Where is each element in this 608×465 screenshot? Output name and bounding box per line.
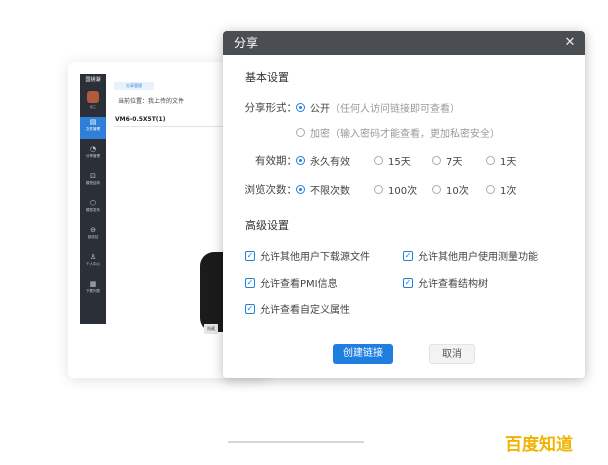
- recycle-icon: ⊖: [90, 226, 96, 234]
- user-icon: ♙: [89, 253, 97, 261]
- file-icon: ▤: [89, 118, 97, 126]
- create-link-button[interactable]: 创建链接: [333, 344, 393, 364]
- structure-icon: ⊡: [90, 172, 96, 180]
- checkmark-icon: ✓: [245, 277, 255, 288]
- validity-option-15d[interactable]: 15天: [374, 153, 411, 168]
- sidebar-item-download[interactable]: ▦ 下载列表: [80, 279, 106, 301]
- sidebar-item-publish[interactable]: ⬡ 模型发布: [80, 198, 106, 220]
- sidebar-item-share[interactable]: ◔ 分享管理: [80, 144, 106, 166]
- publish-icon: ⬡: [89, 199, 97, 207]
- model-name: VM6-0.5X5T(1): [115, 116, 166, 123]
- avatar-name: 张三: [89, 105, 96, 109]
- download-icon: ▦: [89, 280, 97, 288]
- share-encrypted-radio[interactable]: 加密 （输入密码才能查看，更加私密安全）: [296, 125, 500, 140]
- allow-pmi-checkbox[interactable]: ✓ 允许查看PMI信息: [245, 275, 338, 290]
- breadcrumb: 当前位置：我上传的文件: [118, 98, 185, 105]
- sidebar-item-user[interactable]: ♙ 个人中心: [80, 252, 106, 274]
- checkmark-icon: ✓: [245, 250, 255, 261]
- sidebar-item-recycle[interactable]: ⊖ 回收站: [80, 225, 106, 247]
- tab-share-manage[interactable]: 分享管理: [114, 82, 154, 90]
- allow-structure-tree-checkbox[interactable]: ✓ 允许查看结构树: [403, 275, 488, 290]
- share-dialog: 分享 ✕ 基本设置 分享形式： 公开 （任何人访问链接即可查看） 加密 （输入密码才…: [223, 31, 585, 378]
- radio-unchecked-icon: [432, 185, 441, 194]
- dialog-header: 分享 ✕: [223, 31, 585, 55]
- share-icon: ◔: [89, 145, 97, 153]
- share-public-radio[interactable]: 公开 （任何人访问链接即可查看）: [296, 100, 460, 115]
- radio-checked-icon: [296, 103, 305, 112]
- validity-option-7d[interactable]: 7天: [432, 153, 462, 168]
- allow-download-checkbox[interactable]: ✓ 允许其他用户下载源文件: [245, 248, 370, 263]
- radio-unchecked-icon: [486, 185, 495, 194]
- radio-unchecked-icon: [296, 128, 305, 137]
- checkmark-icon: ✓: [403, 277, 413, 288]
- views-option-unlimited[interactable]: 不限次数: [296, 182, 350, 197]
- checkmark-icon: ✓: [403, 250, 413, 261]
- cancel-button[interactable]: 取消: [429, 344, 475, 364]
- validity-option-forever[interactable]: 永久有效: [296, 153, 350, 168]
- views-option-10[interactable]: 10次: [432, 182, 469, 197]
- validity-option-1d[interactable]: 1天: [486, 153, 516, 168]
- radio-unchecked-icon: [486, 156, 495, 165]
- avatar[interactable]: [87, 91, 99, 103]
- sidebar-item-files[interactable]: ▤ 文件管理: [80, 117, 106, 139]
- radio-checked-icon: [296, 185, 305, 194]
- views-label: 浏览次数：: [244, 184, 298, 196]
- app-logo: 国钥湖: [85, 77, 101, 83]
- allow-measure-checkbox[interactable]: ✓ 允许其他用户使用测量功能: [403, 248, 538, 263]
- sidebar-item-structure[interactable]: ⊡ 模型结构: [80, 171, 106, 193]
- allow-custom-attributes-checkbox[interactable]: ✓ 允许查看自定义属性: [245, 301, 350, 316]
- divider: [228, 441, 364, 443]
- dialog-title: 分享: [234, 36, 259, 50]
- validity-label: 有效期：: [255, 155, 297, 167]
- share-form-label: 分享形式：: [244, 102, 298, 114]
- views-option-1[interactable]: 1次: [486, 182, 516, 197]
- views-option-100[interactable]: 100次: [374, 182, 417, 197]
- radio-unchecked-icon: [374, 185, 383, 194]
- radio-checked-icon: [296, 156, 305, 165]
- checkmark-icon: ✓: [245, 303, 255, 314]
- watermark-logo: 百度知道: [505, 435, 573, 455]
- advanced-settings-title: 高级设置: [245, 219, 289, 232]
- basic-settings-title: 基本设置: [245, 71, 289, 84]
- model-tag: 隐藏: [204, 324, 218, 334]
- radio-unchecked-icon: [432, 156, 441, 165]
- radio-unchecked-icon: [374, 156, 383, 165]
- close-icon[interactable]: ✕: [561, 33, 579, 53]
